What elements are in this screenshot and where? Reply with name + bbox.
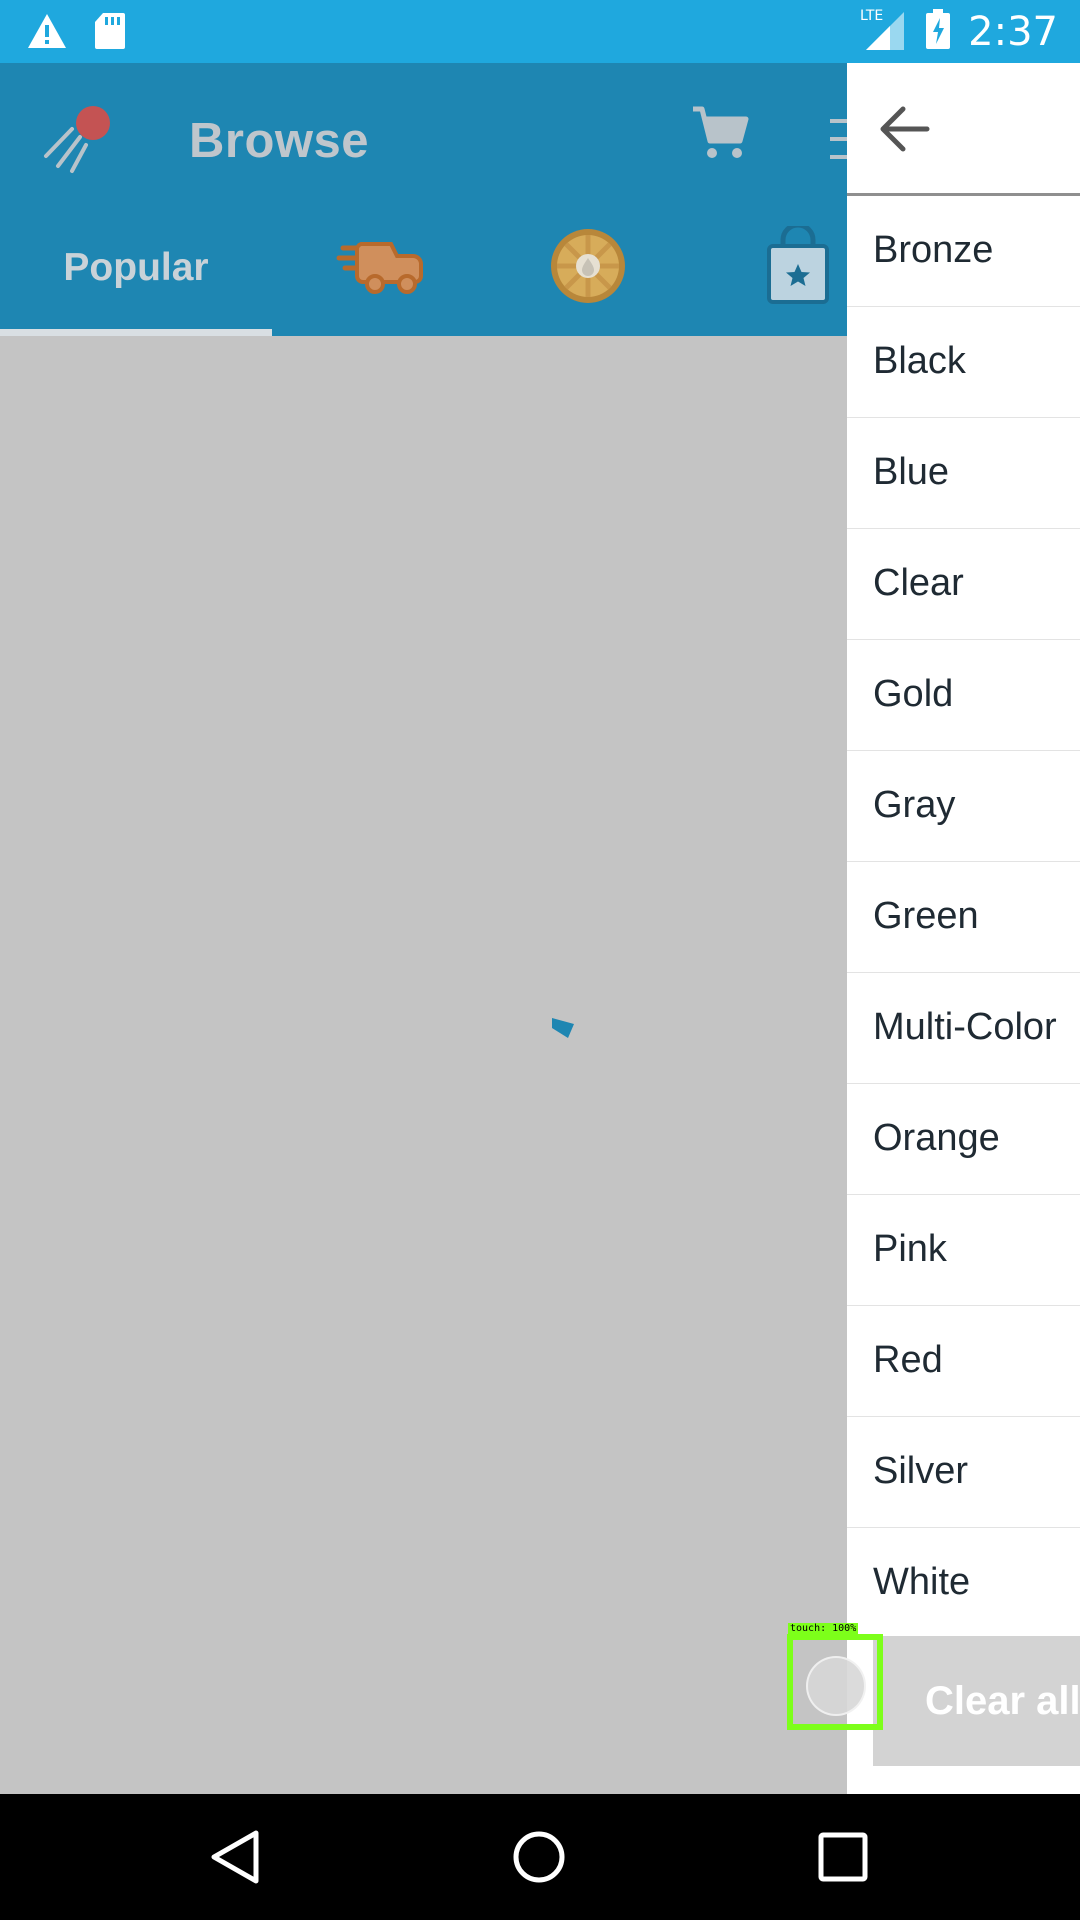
color-option-label: Green <box>873 895 979 937</box>
sd-card-icon <box>94 12 126 55</box>
color-option-label: Red <box>873 1339 943 1381</box>
color-option-label: Orange <box>873 1117 1000 1159</box>
color-option-label: Multi-Color <box>873 1006 1057 1048</box>
list-item[interactable]: White <box>847 1528 1080 1639</box>
arrow-left-icon[interactable] <box>877 101 933 157</box>
color-option-label: Gray <box>873 784 956 826</box>
color-option-label: Gold <box>873 673 954 715</box>
list-item[interactable]: Green <box>847 862 1080 973</box>
list-item[interactable]: Silver <box>847 1417 1080 1528</box>
home-icon[interactable] <box>509 1827 569 1887</box>
network-type-label: LTE <box>860 8 883 24</box>
color-option-list: Bronze Black Blue Clear Gold Gray Green … <box>847 196 1080 1639</box>
coin-icon <box>548 226 628 311</box>
color-option-label: Pink <box>873 1228 947 1270</box>
status-time: 2:37 <box>968 8 1058 55</box>
list-item[interactable]: Clear <box>847 529 1080 640</box>
signal-icon: LTE <box>860 6 908 57</box>
recents-icon[interactable] <box>813 1827 873 1887</box>
clear-all-button[interactable]: Clear all <box>873 1636 1080 1766</box>
color-filter-drawer: Bronze Black Blue Clear Gold Gray Green … <box>847 63 1080 1794</box>
list-item[interactable]: Orange <box>847 1084 1080 1195</box>
status-bar: LTE 2:37 <box>0 0 1080 63</box>
tab-popular-label: Popular <box>63 246 209 289</box>
color-option-label: Silver <box>873 1450 969 1492</box>
app-logo-icon[interactable] <box>42 101 122 181</box>
back-icon[interactable] <box>206 1827 266 1887</box>
list-item[interactable]: Multi-Color <box>847 973 1080 1084</box>
page-title: Browse <box>189 114 370 168</box>
color-option-label: Bronze <box>873 229 994 271</box>
tab-shopping[interactable] <box>740 203 855 333</box>
list-item[interactable]: Gray <box>847 751 1080 862</box>
tab-coins[interactable] <box>520 203 655 333</box>
touch-point <box>806 1656 866 1716</box>
tab-delivery[interactable] <box>315 203 445 333</box>
battery-charging-icon <box>926 9 951 54</box>
cart-icon[interactable] <box>690 103 750 163</box>
shopping-bag-icon <box>763 222 833 311</box>
color-option-label: White <box>873 1561 971 1603</box>
list-item[interactable]: Blue <box>847 418 1080 529</box>
color-option-label: Blue <box>873 451 950 493</box>
tab-popular[interactable]: Popular <box>0 203 272 333</box>
list-item[interactable]: Red <box>847 1306 1080 1417</box>
navigation-bar <box>0 1794 1080 1920</box>
list-item[interactable]: Pink <box>847 1195 1080 1306</box>
color-option-label: Clear <box>873 562 964 604</box>
color-option-label: Black <box>873 340 966 382</box>
list-item[interactable]: Black <box>847 307 1080 418</box>
warning-icon <box>26 12 68 55</box>
list-item[interactable]: Gold <box>847 640 1080 751</box>
loading-spinner-icon <box>548 1012 584 1048</box>
list-item[interactable]: Bronze <box>847 196 1080 307</box>
tab-selected-indicator <box>0 329 272 336</box>
delivery-truck-icon <box>335 236 425 301</box>
